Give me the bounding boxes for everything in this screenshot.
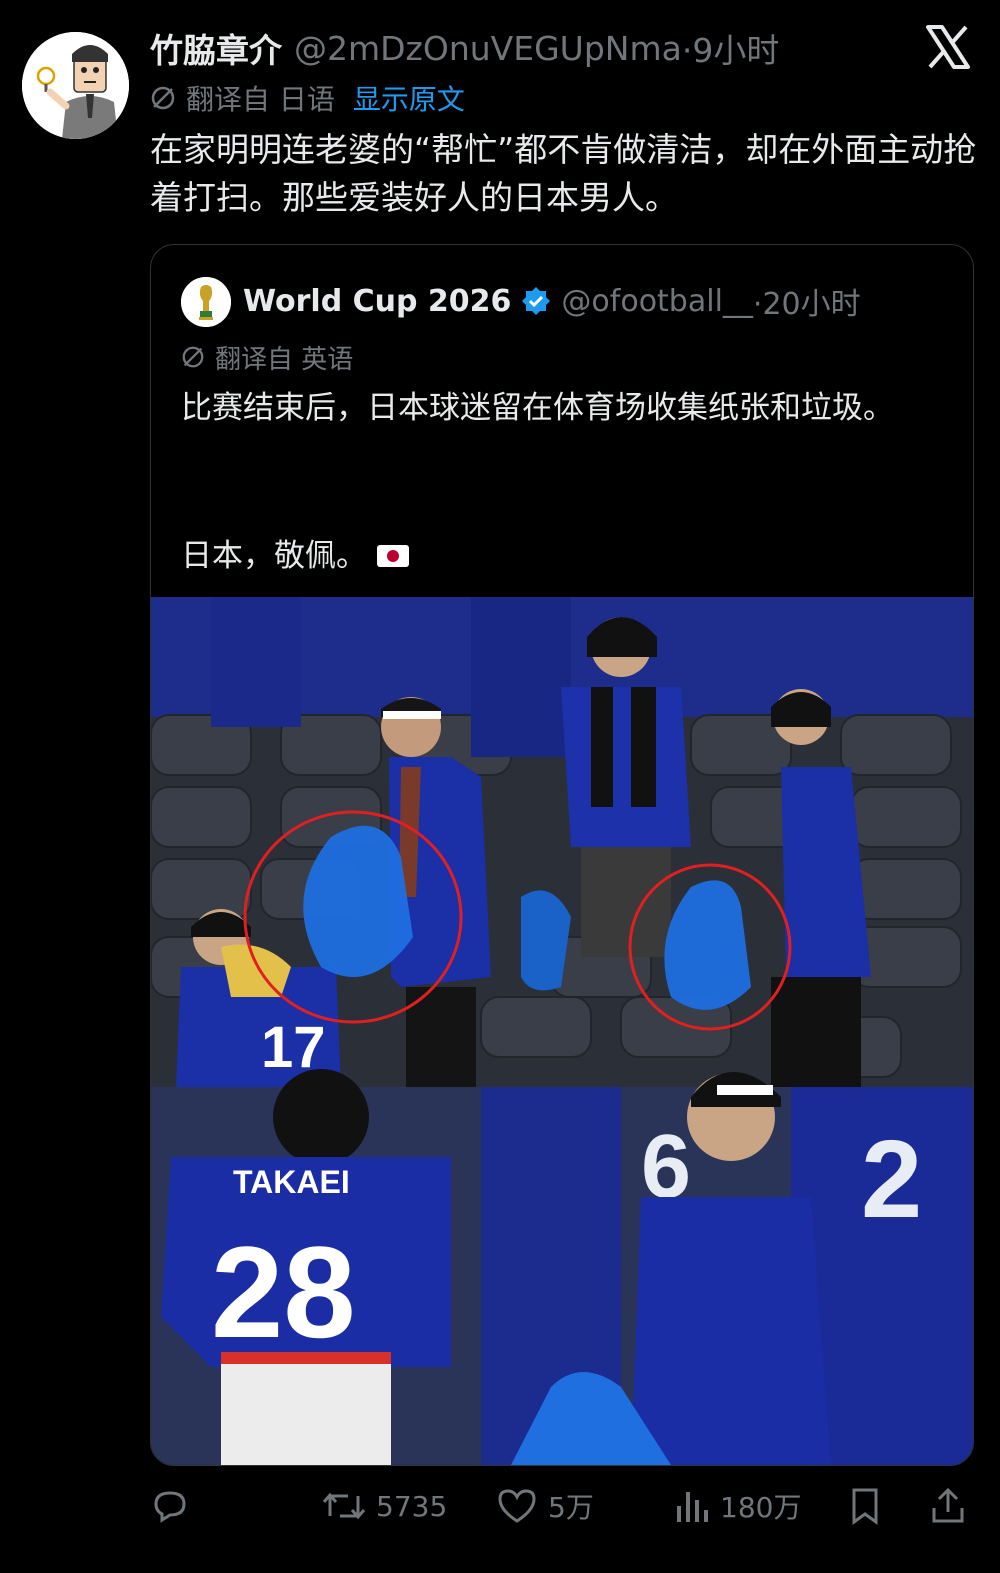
background-jersey-number-2: 2	[861, 1118, 922, 1241]
translated-from-label: 翻译自 日语	[186, 83, 335, 116]
quote-translate-line: 翻译自 英语	[181, 337, 353, 377]
retweet-button[interactable]: 5735	[322, 1478, 447, 1534]
x-logo-icon	[925, 24, 971, 74]
quote-author-handle[interactable]: @ofootball__	[561, 284, 752, 319]
tweet-time[interactable]: ·9小时	[682, 24, 780, 72]
like-button[interactable]: 5万	[496, 1478, 594, 1534]
view-count: 180万	[720, 1491, 802, 1524]
reply-button[interactable]	[150, 1478, 200, 1534]
show-original-link[interactable]: 显示原文	[353, 78, 465, 118]
retweet-count: 5735	[376, 1489, 448, 1523]
quote-avatar[interactable]	[181, 277, 231, 327]
tweet-author-line: 竹脇章介 @2mDzOnuVEGUpNma ·9小时	[150, 24, 779, 72]
world-cup-trophy-icon	[181, 277, 231, 327]
quote-author-line: World Cup 2026 @ofootball__ ·20小时	[243, 275, 861, 327]
views-button[interactable]: 180万	[674, 1478, 801, 1534]
author-avatar[interactable]	[22, 32, 129, 139]
views-icon	[677, 1492, 708, 1522]
verified-badge-icon	[522, 287, 551, 315]
share-icon	[932, 1487, 964, 1523]
like-icon	[498, 1489, 536, 1523]
quote-text2: 日本，敬佩。	[181, 538, 367, 574]
tweet-action-bar: 5735 5万 180万	[150, 1478, 972, 1534]
quote-translated-from-label: 翻译自 英语	[215, 344, 354, 375]
bookmark-icon	[852, 1488, 878, 1525]
quote-text-line2: 日本，敬佩。	[181, 531, 409, 581]
quote-time[interactable]: ·20小时	[753, 279, 861, 323]
translate-globe-icon	[182, 346, 204, 368]
tweet-text: 在家明明连老婆的“帮忙”都不肯做清洁，却在外面主动抢着打扫。那些爱装好人的日本男…	[150, 130, 977, 217]
like-count: 5万	[548, 1491, 594, 1524]
jersey-number: 28	[211, 1219, 356, 1365]
author-name[interactable]: 竹脇章介	[150, 24, 282, 72]
japan-flag-emoji	[377, 545, 409, 567]
quote-text: 比赛结束后，日本球迷留在体育场收集纸张和垃圾。	[181, 390, 894, 426]
avatar-illustration	[22, 32, 129, 139]
author-handle[interactable]: @2mDzOnuVEGUpNma	[294, 29, 682, 68]
retweet-icon	[322, 1492, 366, 1520]
photo-fans-cleaning-stadium: 17 2 6 TAKAEI 28	[151, 597, 973, 1465]
quoted-tweet-card[interactable]: World Cup 2026 @ofootball__ ·20小时 翻译自 英语…	[150, 244, 974, 1466]
translate-line: 翻译自 日语 显示原文	[150, 78, 465, 118]
quote-author-name[interactable]: World Cup 2026	[243, 284, 511, 319]
share-button[interactable]	[930, 1478, 976, 1534]
tweet-photo[interactable]: 17 2 6 TAKAEI 28	[151, 597, 973, 1465]
translate-globe-icon	[151, 86, 175, 110]
reply-icon	[154, 1491, 186, 1523]
jersey-name: TAKAEI	[233, 1164, 350, 1200]
bookmark-button[interactable]	[848, 1478, 892, 1534]
